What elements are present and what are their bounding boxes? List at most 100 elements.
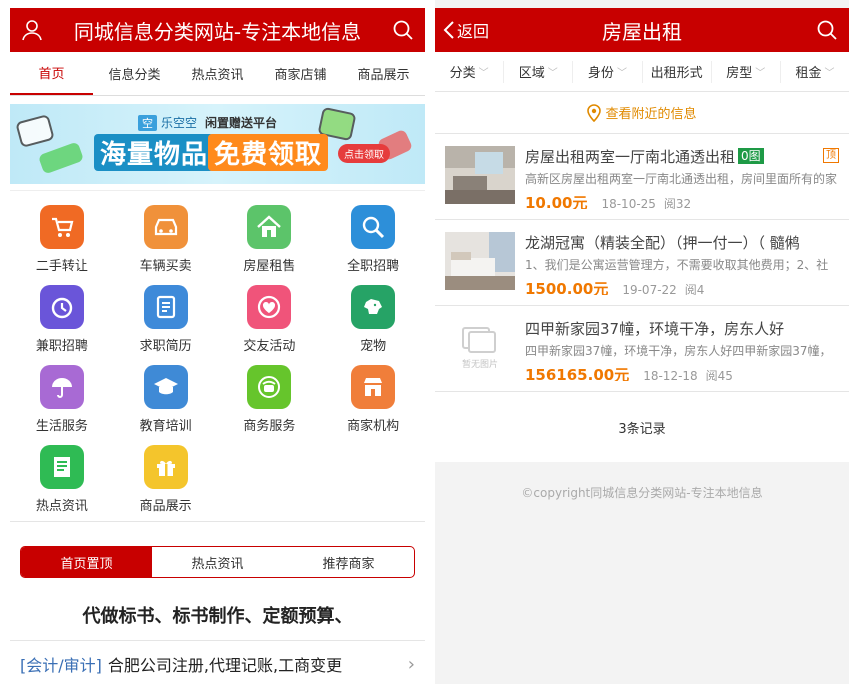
magnifier-icon [351,205,396,249]
category-item[interactable]: 商家机构 [321,357,425,437]
category-item[interactable]: 宠物 [321,277,425,357]
promo-banner[interactable]: 空 乐空空 闲置赠送平台 海量物品 免费领取 点击领取 [10,104,425,184]
graduation-cap-icon [143,365,188,409]
category-item[interactable]: 教育培训 [114,357,218,437]
category-label: 教育培训 [139,419,192,434]
filter-rent[interactable]: 租金 ﹀ [781,61,849,83]
page-title: 同城信息分类网站-专注本地信息 [73,19,362,44]
filter-label: 房型 [726,66,753,81]
listing-info: 房屋出租两室一厅南北通透出租 0图 高新区房屋出租两室一厅南北通透出租，房间里面所有… [525,146,839,210]
segment-top-pinned[interactable]: 首页置顶 [21,547,152,577]
phone-icon [247,365,292,409]
listing-price: 156165.00元 [525,366,630,381]
clock-icon [39,285,84,329]
tab-shops[interactable]: 商家店铺 [259,52,342,95]
banner-headline-b: 免费领取 [208,134,329,171]
category-label: 商家机构 [347,419,400,434]
user-icon[interactable] [10,8,54,52]
listing-item[interactable]: 龙湖冠寓（精装全配）（押一付一）（ 髓鸺 1、我们是公寓运营管理方，不需要收取其他… [435,220,849,306]
listing-date: 18-12-18 [643,369,698,381]
view-count: 阅32 [663,197,692,209]
tab-home[interactable]: 首页 [10,52,93,95]
category-item[interactable]: 全职招聘 [321,197,425,277]
listing-title-row: 四甲新家园37幢，环境干净，房东人好 [525,318,839,338]
segment-hot-news[interactable]: 热点资讯 [152,547,283,577]
category-item[interactable]: 商务服务 [218,357,322,437]
listing-description: 高新区房屋出租两室一厅南北通透出租，房间里面所有的家 [525,172,838,186]
house-icon [247,205,292,249]
banner-headline-a: 海量物品 [94,134,215,171]
category-item[interactable]: 房屋租售 [218,197,322,277]
home-segment-control: 首页置顶 热点资讯 推荐商家 [20,546,415,578]
category-grid: 二手转让 车辆买卖 房屋租售 全职招聘兼职招聘 求职简历 交友活动 宠物生活服务 教育培训 商务… [10,190,425,522]
category-label: 兼职招聘 [35,339,88,354]
filter-category[interactable]: 分类 ﹀ [435,60,505,83]
listing-info: 龙湖冠寓（精装全配）（押一付一）（ 髓鸺 1、我们是公寓运营管理方，不需要收取其他… [525,232,839,296]
filter-identity[interactable]: 身份 ﹀ [573,60,643,83]
list-item-tag: [会计/审计] [20,656,102,675]
list-item[interactable]: [会计/审计] 合肥公司注册,代理记账,工商变更 › [10,640,425,684]
back-button[interactable]: 返回 [435,18,505,42]
rental-header: 返回 房屋出租 [435,8,849,52]
category-item[interactable]: 二手转让 [10,197,114,277]
room-photo [445,146,515,204]
tab-products[interactable]: 商品展示 [342,52,425,95]
view-count: 阅45 [705,369,733,381]
category-item[interactable]: 交友活动 [218,277,322,357]
filter-label: 身份 [587,66,614,81]
category-item[interactable]: 热点资讯 [10,437,114,517]
tab-categories[interactable]: 信息分类 [93,52,176,95]
pinned-badge: 顶 [823,148,839,163]
filter-label: 出租形式 [650,66,703,81]
home-header: 同城信息分类网站-专注本地信息 [10,8,425,52]
umbrella-icon [39,365,84,409]
main-nav-tabs: 首页 信息分类 热点资讯 商家店铺 商品展示 [10,52,425,96]
filter-label: 区域 [518,66,545,81]
category-item[interactable]: 生活服务 [10,357,114,437]
nearby-button[interactable]: 查看附近的信息 [435,92,849,134]
category-item[interactable]: 兼职招聘 [10,277,114,357]
list-item-text: 合肥公司注册,代理记账,工商变更 [107,656,343,675]
filter-label: 分类 [449,66,476,81]
listing-date: 19-07-22 [622,283,677,295]
filter-area[interactable]: 区域 ﹀ [504,60,574,83]
category-label: 热点资讯 [35,499,88,514]
category-item[interactable]: 车辆买卖 [114,197,218,277]
category-label: 商务服务 [243,419,296,434]
category-label: 车辆买卖 [139,259,192,274]
location-pin-icon [587,103,602,122]
car-icon [143,205,188,249]
category-label: 全职招聘 [347,259,400,274]
category-item[interactable]: 商品展示 [114,437,218,517]
listing-list: 房屋出租两室一厅南北通透出租 0图 高新区房屋出租两室一厅南北通透出租，房间里面所有… [435,134,849,392]
gift-icon [143,445,188,489]
listing-meta: 156165.00元 18-12-18 阅45 [525,364,839,381]
category-label: 宠物 [360,339,387,354]
filter-room-type[interactable]: 房型 ﹀ [712,60,781,83]
search-icon[interactable] [805,8,849,52]
document-icon [143,285,188,329]
chevron-right-icon: › [407,653,415,675]
banner-cta-button[interactable]: 点击领取 [338,144,390,163]
category-label: 生活服务 [35,419,88,434]
rental-listing-screen: 返回 房屋出租 分类 ﹀ 区域 ﹀ 身份 ﹀ 出租形式 房型 ﹀ 租金 ﹀ 查看附近的信息… [435,0,849,684]
tab-hot-news[interactable]: 热点资讯 [176,52,259,95]
footer-copyright: ©copyright同城信息分类网站-专注本地信息 [521,486,763,500]
promo-title[interactable]: 代做标书、标书制作、定额预算、 [10,602,425,632]
listing-item[interactable]: 暂无图片 四甲新家园37幢，环境干净，房东人好 四甲新家园37幢，环境干净，房东人好… [435,306,849,392]
filter-rental-type[interactable]: 出租形式 [643,60,712,83]
no-image-label: 暂无图片 [461,360,498,370]
listing-title: 龙湖冠寓（精装全配）（押一付一）（ 髓鸺 [525,233,800,252]
listing-description: 1、我们是公寓运营管理方，不需要收取其他费用；2、社 [525,258,829,272]
category-label: 求职简历 [139,339,192,354]
store-icon [351,365,396,409]
chevron-down-icon: ﹀ [755,68,766,79]
category-item[interactable]: 求职简历 [114,277,218,357]
listing-item[interactable]: 房屋出租两室一厅南北通透出租 0图 高新区房屋出租两室一厅南北通透出租，房间里面所有… [435,134,849,220]
page-title: 房屋出租 [602,19,682,44]
brand-name: 乐空空 [161,116,198,130]
brand-tagline: 闲置赠送平台 [205,116,278,130]
listing-price: 1500.00元 [525,280,609,295]
segment-recommended-shops[interactable]: 推荐商家 [283,547,414,577]
search-icon[interactable] [381,8,425,52]
